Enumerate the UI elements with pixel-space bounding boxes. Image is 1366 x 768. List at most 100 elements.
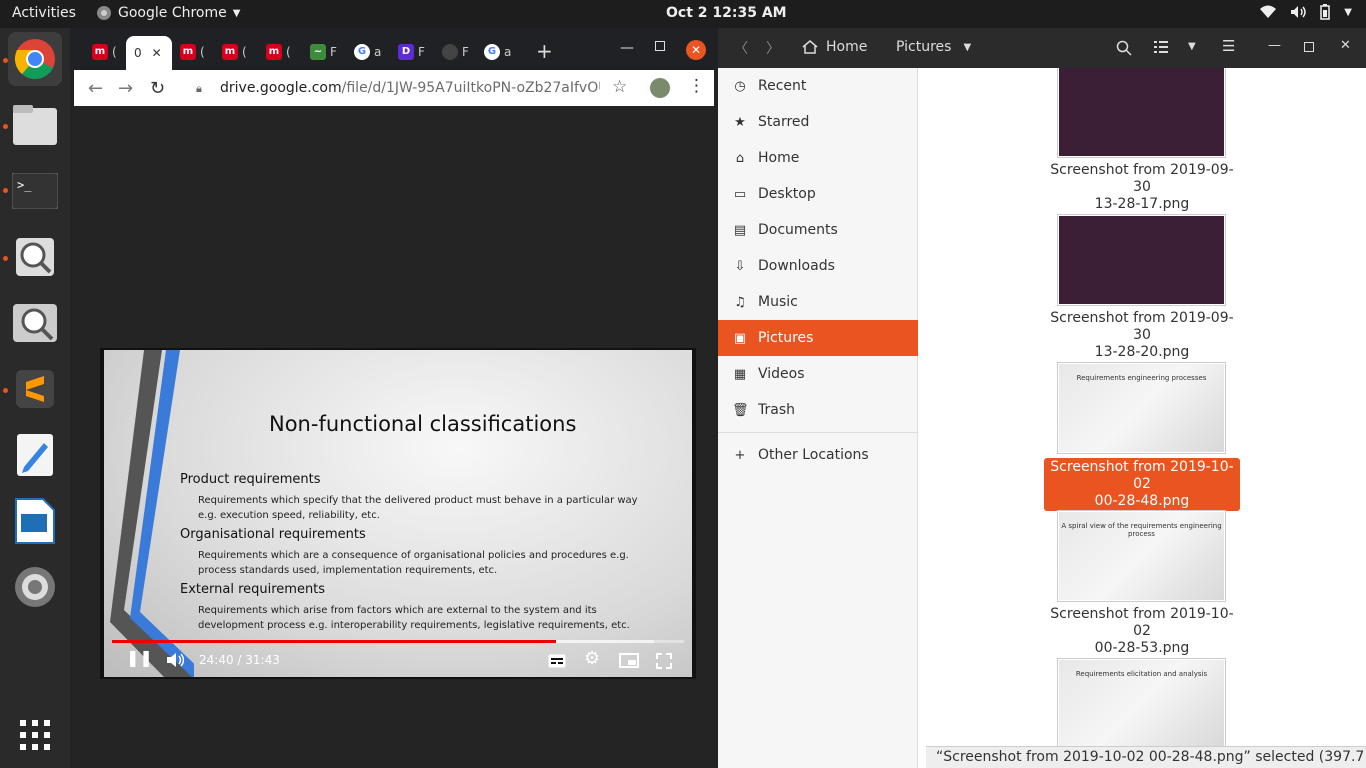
file-name[interactable]: Screenshot from 2019-09-30 13-28-20.png xyxy=(1044,310,1240,361)
back-chevron-icon[interactable]: 〈 xyxy=(734,38,748,58)
sidebar-item-documents[interactable]: ▤ Documents xyxy=(718,212,918,248)
reload-icon[interactable]: ↻ xyxy=(150,78,165,99)
miniplayer-icon[interactable] xyxy=(619,653,639,668)
clock[interactable]: Oct 2 12:35 AM xyxy=(666,5,787,21)
sidebar-item-label: Music xyxy=(758,294,798,310)
download-icon: ⇩ xyxy=(734,258,746,274)
search-icon[interactable] xyxy=(1116,40,1132,56)
tab-1[interactable]: m( xyxy=(84,38,124,66)
tab-active[interactable]: 0 ✕ xyxy=(126,36,172,70)
selection-status: “Screenshot from 2019-10-02 00-28-48.png… xyxy=(926,746,1366,768)
video-progress-bar[interactable] xyxy=(112,640,684,643)
purple-d-icon: D xyxy=(398,44,414,60)
video-frame: Non-functional classifications Product r… xyxy=(104,350,692,677)
app-menu[interactable]: Google Chrome ▼ xyxy=(96,5,240,21)
star-icon: ★ xyxy=(734,114,746,130)
file-thumbnail-selected[interactable]: Requirements engineering processes xyxy=(1057,362,1226,454)
file-thumbnail[interactable]: A spiral view of the requirements engine… xyxy=(1057,510,1226,602)
kebab-menu-icon[interactable]: ⋮ xyxy=(688,76,705,96)
image-viewer-icon[interactable] xyxy=(8,296,62,350)
video-player[interactable]: Non-functional classifications Product r… xyxy=(100,348,696,679)
activities-button[interactable]: Activities xyxy=(12,5,76,21)
search-magnifier-icon[interactable] xyxy=(8,230,62,284)
sidebar-item-downloads[interactable]: ⇩ Downloads xyxy=(718,248,918,284)
tab-10[interactable]: Ga xyxy=(476,38,516,66)
sidebar-item-other-locations[interactable]: + Other Locations xyxy=(718,437,918,473)
file-name[interactable]: Screenshot from 2019-09-30 13-28-17.png xyxy=(1044,162,1240,213)
hamburger-menu-icon[interactable]: ☰ xyxy=(1222,37,1235,55)
impress-icon[interactable] xyxy=(8,494,62,548)
system-tray[interactable]: ▼ xyxy=(1260,4,1352,20)
sidebar-item-videos[interactable]: ▦ Videos xyxy=(718,356,918,392)
star-bookmark-icon[interactable]: ☆ xyxy=(612,77,627,97)
terminal-icon[interactable]: >_ xyxy=(8,164,62,218)
slide-body: Requirements which arise from factors wh… xyxy=(198,605,630,631)
new-tab-button[interactable]: + xyxy=(536,39,553,63)
running-indicator xyxy=(3,388,8,393)
tab-title: F xyxy=(330,45,337,59)
settings-gear-icon[interactable]: ⚙ xyxy=(584,648,600,669)
file-name-selected[interactable]: Screenshot from 2019-10-02 00-28-48.png xyxy=(1044,458,1240,511)
files-icon[interactable] xyxy=(8,98,62,152)
app-grid-icon[interactable] xyxy=(8,708,62,762)
sidebar-item-music[interactable]: ♫ Music xyxy=(718,284,918,320)
file-thumbnail[interactable]: Requirements elicitation and analysis xyxy=(1057,658,1226,750)
sidebar-item-label: Pictures xyxy=(758,330,814,346)
minimize-button[interactable]: — xyxy=(620,40,634,56)
sidebar-item-label: Starred xyxy=(758,114,810,130)
tab-6[interactable]: ~ F xyxy=(302,38,342,66)
sidebar-item-label: Downloads xyxy=(758,258,835,274)
close-window-button[interactable]: ✕ xyxy=(686,40,706,60)
chrome-icon[interactable] xyxy=(8,32,62,86)
address-bar[interactable]: drive.google.com/file/d/1JW-95A7uiItkoPN… xyxy=(220,80,600,96)
breadcrumb-current[interactable]: Pictures ▼ xyxy=(896,39,971,55)
sidebar-item-starred[interactable]: ★ Starred xyxy=(718,104,918,140)
tab-close-icon[interactable]: ✕ xyxy=(152,46,162,60)
lock-icon[interactable]: 🔒︎ xyxy=(196,82,202,96)
sidebar-item-recent[interactable]: ◷ Recent xyxy=(718,68,918,104)
maximize-button[interactable] xyxy=(1304,42,1314,52)
tab-title: ( xyxy=(286,45,291,59)
tab-7[interactable]: Ga xyxy=(346,38,386,66)
tab-9[interactable]: F xyxy=(434,38,474,66)
tab-strip: m( 0 ✕ m( m( m( ~ F Ga DF F Ga + — ✕ xyxy=(70,28,718,70)
breadcrumb-home-label: Home xyxy=(826,39,868,55)
pause-icon[interactable]: ❚❚ xyxy=(126,648,153,667)
breadcrumb-home[interactable]: Home xyxy=(802,39,867,55)
file-thumbnail[interactable] xyxy=(1057,214,1226,306)
tab-5[interactable]: m( xyxy=(258,38,298,66)
sidebar-item-pictures[interactable]: ▣ Pictures xyxy=(718,320,918,356)
tab-4[interactable]: m( xyxy=(214,38,254,66)
minimize-button[interactable]: — xyxy=(1268,38,1281,53)
top-bar: Activities Google Chrome ▼ Oct 2 12:35 A… xyxy=(0,0,1366,28)
tab-3[interactable]: m( xyxy=(172,38,212,66)
profile-avatar[interactable] xyxy=(650,78,670,98)
slide-preview: Requirements elicitation and analysis xyxy=(1059,660,1224,748)
file-thumbnail[interactable] xyxy=(1057,68,1226,158)
tab-title: F xyxy=(462,45,469,59)
tab-8[interactable]: DF xyxy=(390,38,430,66)
terminal-preview xyxy=(1059,68,1224,156)
sidebar-item-desktop[interactable]: ▭ Desktop xyxy=(718,176,918,212)
list-view-icon[interactable] xyxy=(1154,41,1168,53)
back-arrow-icon[interactable]: ← xyxy=(88,78,103,99)
captions-icon[interactable] xyxy=(548,654,566,668)
forward-arrow-icon[interactable]: → xyxy=(118,78,133,99)
close-window-button[interactable]: ✕ xyxy=(1340,38,1351,53)
file-name[interactable]: Screenshot from 2019-10-02 00-28-53.png xyxy=(1044,606,1240,657)
fullscreen-icon[interactable] xyxy=(656,653,672,669)
volume-icon[interactable] xyxy=(166,652,184,668)
maximize-button[interactable] xyxy=(655,41,665,51)
sublime-text-icon[interactable] xyxy=(8,362,62,416)
forward-chevron-icon[interactable]: 〉 xyxy=(766,38,780,58)
mendeley-icon: m xyxy=(266,44,282,60)
sidebar-item-trash[interactable]: 🗑︎ Trash xyxy=(718,392,918,428)
settings-icon[interactable] xyxy=(8,560,62,614)
slide-body: Requirements which are a consequence of … xyxy=(198,550,629,576)
view-options-caret-icon[interactable]: ▼ xyxy=(1188,41,1196,52)
document-icon: ▤ xyxy=(733,222,747,238)
video-icon: ▦ xyxy=(733,366,747,382)
tab-title: a xyxy=(374,45,382,59)
sidebar-item-home[interactable]: ⌂ Home xyxy=(718,140,918,176)
text-editor-icon[interactable] xyxy=(8,428,62,482)
